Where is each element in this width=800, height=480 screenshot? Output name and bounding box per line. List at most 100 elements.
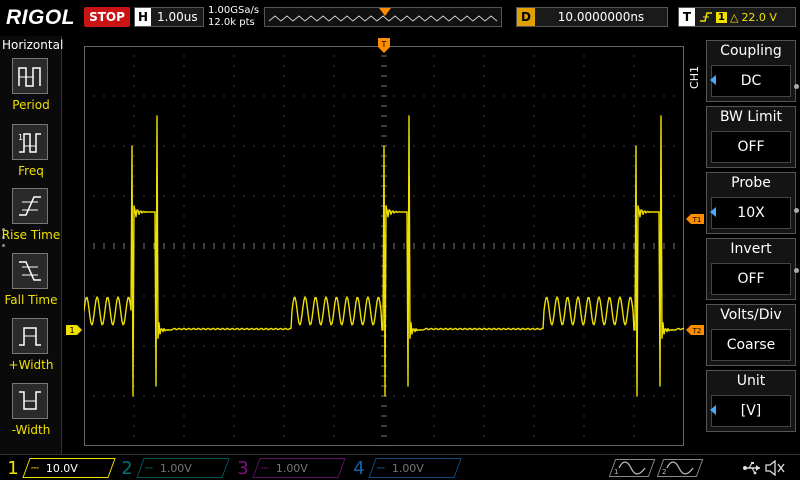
softkey-label: Probe xyxy=(731,175,771,191)
ch3-status[interactable]: 3 ⎓ 1.00V xyxy=(234,457,346,479)
measure-menu: Horizontal Period 1 Freq Rise Time Fall … xyxy=(0,36,64,454)
math-source-1-button[interactable]: 1 xyxy=(608,459,656,477)
t2-marker-label: T2 xyxy=(692,327,702,335)
channel-status-bar: 1 ⎓ 10.0V 2 ⎓ 1.00V 3 ⎓ 1.00V 4 ⎓ 1.00V … xyxy=(0,454,800,480)
menu-page-dot xyxy=(794,84,799,89)
speaker-muted-icon[interactable] xyxy=(764,460,786,476)
channel-scale: 1.00V xyxy=(159,461,193,475)
channel-scale: 1.00V xyxy=(275,461,309,475)
softkey-value: Coarse xyxy=(711,329,791,361)
measure-menu-title: Horizontal xyxy=(2,38,64,52)
measure-rise-time[interactable]: Rise Time xyxy=(0,188,62,252)
select-arrow-icon xyxy=(710,405,716,415)
softkey-value: [V] xyxy=(711,395,791,427)
softkey-value: OFF xyxy=(711,263,791,295)
softkey-value: 10X xyxy=(711,197,791,229)
select-arrow-icon xyxy=(710,75,716,85)
svg-text:1: 1 xyxy=(614,468,618,476)
ch1-status[interactable]: 1 ⎓ 10.0V xyxy=(4,457,116,479)
rising-edge-icon xyxy=(700,12,712,22)
fall-time-icon xyxy=(12,253,48,289)
menu-page-dot xyxy=(794,268,799,273)
softkey-label: BW Limit xyxy=(719,109,783,125)
period-icon xyxy=(12,58,48,94)
ch1-marker-label: 1 xyxy=(69,326,74,335)
sine-wave-icon: 1 xyxy=(614,461,646,476)
trigger-key: T xyxy=(679,8,695,26)
svg-text:2: 2 xyxy=(662,468,666,476)
trigger-marker-label: T xyxy=(381,40,387,49)
softkey-label: Volts/Div xyxy=(720,307,782,323)
usb-icon xyxy=(743,462,760,475)
measure-period[interactable]: Period xyxy=(0,58,62,122)
ch1-waveform-trace xyxy=(84,115,684,397)
ch2-status[interactable]: 2 ⎓ 1.00V xyxy=(118,457,230,479)
sine-wave-icon: 2 xyxy=(662,461,694,476)
positive-width-icon xyxy=(12,318,48,354)
unit-softkey[interactable]: Unit [V] xyxy=(706,370,796,432)
trigger-display[interactable]: T 1 △ 22.0 V xyxy=(678,7,796,27)
probe-softkey[interactable]: Probe 10X xyxy=(706,172,796,234)
waveform-display[interactable] xyxy=(84,46,684,446)
trigger-position-marker[interactable]: T xyxy=(378,38,390,54)
math-source-2-button[interactable]: 2 xyxy=(656,459,704,477)
trigger-level-t1-marker[interactable]: T1 xyxy=(686,214,704,224)
ch1-offset-marker[interactable]: 1 xyxy=(66,325,82,335)
softkey-label: Coupling xyxy=(720,43,782,59)
measure-label: +Width xyxy=(8,358,54,372)
svg-text:1: 1 xyxy=(18,133,23,142)
measure-freq[interactable]: 1 Freq xyxy=(0,124,62,188)
channel-number: 1 xyxy=(7,457,19,479)
channel-number: 3 xyxy=(237,457,249,479)
horizontal-key: H xyxy=(135,8,151,26)
sample-rate: 1.00GSa/s xyxy=(208,5,260,16)
select-arrow-icon xyxy=(710,207,716,217)
softkey-label: Invert xyxy=(730,241,772,257)
channel-number: 2 xyxy=(121,457,133,479)
softkey-value: OFF xyxy=(711,131,791,163)
acquisition-info: 1.00GSa/s 12.0k pts xyxy=(208,5,259,29)
delay-display[interactable]: D 10.0000000ns xyxy=(516,7,668,27)
measure-label: Period xyxy=(12,98,50,112)
trigger-position-icon xyxy=(379,8,391,16)
dc-coupling-icon: ⎓ xyxy=(145,462,152,474)
measure-label: Fall Time xyxy=(4,293,58,307)
brand-logo: RIGOL xyxy=(6,6,75,29)
ch4-status[interactable]: 4 ⎓ 1.00V xyxy=(350,457,462,479)
delay-key: D xyxy=(517,8,535,26)
memory-depth: 12.0k pts xyxy=(208,17,255,28)
channel-number: 4 xyxy=(353,457,365,479)
trigger-source: 1 xyxy=(716,11,727,23)
coupling-softkey[interactable]: Coupling DC xyxy=(706,40,796,102)
channel-scale: 10.0V xyxy=(45,461,79,475)
memory-position-ruler[interactable] xyxy=(264,7,502,27)
delay-value: 10.0000000ns xyxy=(557,10,645,24)
channel-settings-menu: Coupling DC BW Limit OFF Probe 10X Inver… xyxy=(706,40,800,436)
measure-fall-time[interactable]: Fall Time xyxy=(0,253,62,317)
channel-scale: 1.00V xyxy=(391,461,425,475)
negative-width-icon xyxy=(12,383,48,419)
dc-coupling-icon: ⎓ xyxy=(261,462,268,474)
measure-label: Freq xyxy=(18,164,44,178)
bw-limit-softkey[interactable]: BW Limit OFF xyxy=(706,106,796,168)
measure-negative-width[interactable]: -Width xyxy=(0,383,62,447)
dc-coupling-icon: ⎓ xyxy=(377,462,384,474)
invert-softkey[interactable]: Invert OFF xyxy=(706,238,796,300)
trigger-level: 22.0 V xyxy=(741,10,777,24)
trigger-level-t2-marker[interactable]: T2 xyxy=(686,325,704,335)
softkey-value: DC xyxy=(711,65,791,97)
timebase-display[interactable]: H 1.00us xyxy=(134,7,204,27)
top-status-bar: RIGOL STOP H 1.00us 1.00GSa/s 12.0k pts … xyxy=(0,0,800,36)
rise-time-icon xyxy=(12,188,48,224)
volts-div-softkey[interactable]: Volts/Div Coarse xyxy=(706,304,796,366)
dc-coupling-icon: ⎓ xyxy=(31,462,38,474)
freq-icon: 1 xyxy=(12,124,48,160)
channel-menu-tag: CH1 xyxy=(688,66,701,89)
run-stop-button[interactable]: STOP xyxy=(84,7,130,27)
trigger-delta-icon: △ xyxy=(729,10,739,24)
measure-label: Rise Time xyxy=(1,228,61,242)
measure-positive-width[interactable]: +Width xyxy=(0,318,62,382)
menu-page-dot xyxy=(794,208,799,213)
timebase-value: 1.00us xyxy=(157,10,198,24)
measure-label: -Width xyxy=(11,423,51,437)
